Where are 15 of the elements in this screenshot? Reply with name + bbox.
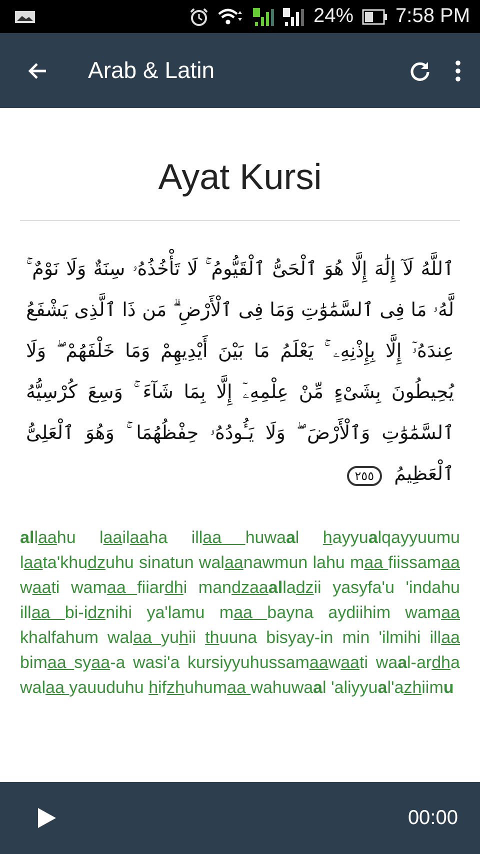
arabic-verse: ٱللَّهُ لَآ إِلَٰهَ إِلَّا هُوَ ٱلْحَىُّ ٱلْقَيُّومُ ۚ لَا تَأْخُذُهُۥ سِنَةٌ وَلَا نَوْمٌ ۚ لَّهُۥ مَا فِى ٱلسَّمَٰوَٰتِ وَمَا فِى ٱلْأَرْضِ ۗ مَن ذَا ٱلَّذِى يَشْفَعُ عِندَهُۥٓ إِلَّا بِإِذْنِهِۦ ۚ يَعْلَمُ مَا بَيْنَ أَيْدِيهِمْ وَمَا خَلْفَهُمْ ۖ وَلَا يُحِيطُونَ بِشَىْءٍ مِّنْ عِلْمِهِۦٓ إِلَّا بِمَا شَآءَ ۚ وَسِعَ كُرْسِيُّهُ ٱلسَّمَٰوَٰتِ وَٱلْأَرْضَ ۖ وَلَا يَـُٔودُهُۥ حِفْظُهُمَا ۚ وَهُوَ ٱلْعَلِىُّ ٱلْعَظِيمُ ٢٥٥ bbox=[20, 235, 460, 503]
signal-icon bbox=[253, 6, 276, 26]
screen-title: Arab & Latin bbox=[88, 57, 215, 84]
surah-title: Ayat Kursi bbox=[157, 155, 323, 199]
signal-icon bbox=[283, 6, 306, 26]
clock-time: 7:58 PM bbox=[396, 5, 470, 28]
playback-time: 00:00 bbox=[408, 806, 458, 830]
latin-transliteration: allaahu laailaaha illaa huwaal hayyualqayyuumu laata'khudzuhu sinatun walaanawmun lahu maa fiissamaa waati wamaa fiiardhi mandzaaalladzii yasyfa'u 'indahu illaa bi-idznihi ya'lamu maa bayna aydiihim wamaa khalfahum walaa yuhii thuuna bisyay-in min 'ilmihi illaa bimaa syaa-a wasi'a kursiyyuhussamaawaati waal-ardha walaa yauuduhu hifzhuhumaa wahuwaal 'aliyyual'azhiimu bbox=[20, 527, 460, 699]
battery-icon bbox=[362, 8, 388, 24]
alarm-icon bbox=[189, 6, 210, 26]
play-icon bbox=[36, 806, 58, 830]
more-options-icon bbox=[454, 58, 462, 82]
image-notification-icon bbox=[14, 8, 36, 24]
battery-percent: 24% bbox=[313, 5, 354, 28]
play-button[interactable] bbox=[36, 806, 58, 830]
